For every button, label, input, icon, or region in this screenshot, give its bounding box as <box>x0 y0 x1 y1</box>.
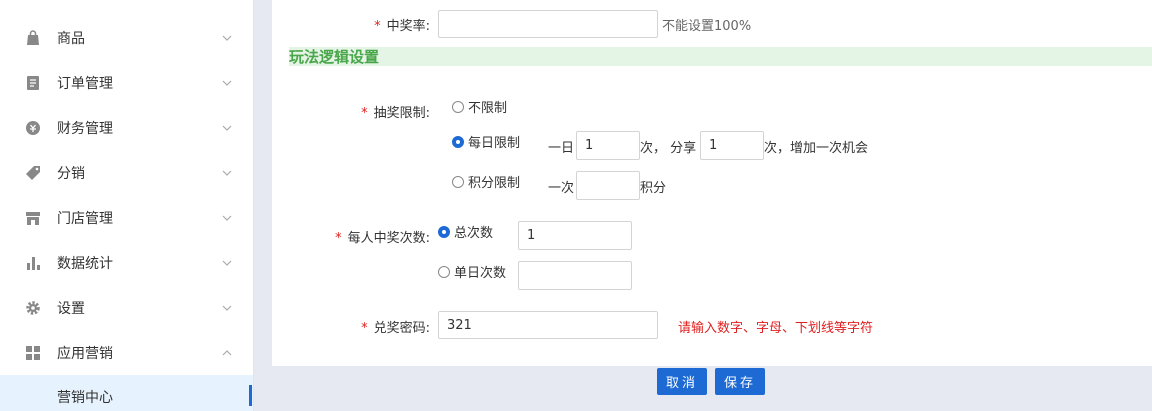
radio-label: 总次数 <box>454 226 494 241</box>
radio-circle <box>452 100 464 113</box>
save-button[interactable]: 保存 <box>715 368 766 395</box>
redeem-password-input[interactable] <box>438 311 658 339</box>
sidebar-item-stores[interactable]: 门店管理 <box>0 195 253 240</box>
sidebar-item-statistics[interactable]: 数据统计 <box>0 240 253 285</box>
points-input[interactable] <box>576 171 640 200</box>
chevron-down-icon <box>222 80 232 86</box>
password-label: * 兑奖密码: <box>330 317 430 336</box>
chevron-down-icon <box>222 170 232 176</box>
radio-circle <box>438 265 450 278</box>
daily-count-input[interactable] <box>576 131 640 160</box>
chevron-down-icon <box>222 305 232 311</box>
sidebar-item-settings[interactable]: 设置 <box>0 285 253 330</box>
daily-suffix: 次，增加一次机会 <box>764 141 869 156</box>
radio-daily-limit[interactable]: 每日限制 <box>452 132 520 151</box>
radio-circle <box>452 175 464 188</box>
radio-total-count[interactable]: 总次数 <box>438 222 493 241</box>
win-count-label: * 每人中奖次数: <box>300 227 430 246</box>
sidebar-item-label: 财务管理 <box>57 120 113 137</box>
password-label-text: 兑奖密码: <box>373 321 430 336</box>
sidebar-item-label: 商品 <box>57 30 85 47</box>
required-marker: * <box>361 106 368 121</box>
gear-icon <box>25 300 41 316</box>
bag-icon <box>25 29 41 46</box>
sidebar-item-label: 应用营销 <box>57 345 113 362</box>
draw-limit-label-text: 抽奖限制: <box>373 106 430 121</box>
radio-label: 不限制 <box>468 101 508 116</box>
win-rate-label: * 中奖率: <box>330 15 430 34</box>
sidebar-item-label: 订单管理 <box>57 75 113 92</box>
sidebar-item-label: 分销 <box>57 165 85 182</box>
required-marker: * <box>361 321 368 336</box>
sidebar-item-distribution[interactable]: 分销 <box>0 150 253 195</box>
chevron-down-icon <box>222 35 232 41</box>
points-suffix: 积分 <box>640 181 667 196</box>
radio-label: 积分限制 <box>468 176 521 191</box>
chart-icon <box>25 255 41 271</box>
sidebar-item-marketing[interactable]: 应用营销 <box>0 330 253 375</box>
chevron-down-icon <box>222 260 232 266</box>
radio-label: 每日限制 <box>468 136 521 151</box>
daily-prefix: 一日 <box>548 141 575 156</box>
points-prefix: 一次 <box>548 181 575 196</box>
share-count-input[interactable] <box>700 131 764 160</box>
radio-no-limit[interactable]: 不限制 <box>452 97 507 116</box>
section-title: 玩法逻辑设置 <box>289 48 380 66</box>
daily-win-count-input[interactable] <box>518 261 632 290</box>
chevron-down-icon <box>222 215 232 221</box>
daily-mid-text: 次， 分享 <box>640 141 697 156</box>
store-icon <box>25 210 41 226</box>
sidebar-item-label: 设置 <box>57 300 85 317</box>
sidebar-item-label: 门店管理 <box>57 210 113 227</box>
win-rate-hint: 不能设置100% <box>662 19 752 34</box>
radio-circle-selected <box>452 135 464 148</box>
cancel-button[interactable]: 取消 <box>657 368 708 395</box>
password-hint: 请输入数字、字母、下划线等字符 <box>678 321 874 336</box>
tag-icon <box>25 165 41 181</box>
order-icon <box>25 75 41 91</box>
chevron-up-icon <box>222 349 232 355</box>
sidebar-subitem-label: 营销中心 <box>57 390 113 406</box>
sidebar-subitem-marketing-center[interactable]: 营销中心 <box>0 375 253 411</box>
radio-points-limit[interactable]: 积分限制 <box>452 172 520 191</box>
radio-circle-selected <box>438 225 450 238</box>
win-count-label-text: 每人中奖次数: <box>347 231 430 246</box>
win-rate-input[interactable] <box>438 10 658 38</box>
required-marker: * <box>374 19 381 34</box>
chevron-down-icon <box>222 125 232 131</box>
finance-icon <box>25 120 41 136</box>
apps-icon <box>25 345 41 361</box>
sidebar-item-finance[interactable]: 财务管理 <box>0 105 253 150</box>
section-header: 玩法逻辑设置 <box>289 47 1152 66</box>
active-indicator <box>249 385 252 406</box>
radio-daily-count[interactable]: 单日次数 <box>438 262 506 281</box>
sidebar-item-goods[interactable]: 商品 <box>0 15 253 60</box>
sidebar-item-orders[interactable]: 订单管理 <box>0 60 253 105</box>
radio-label: 单日次数 <box>454 266 507 281</box>
draw-limit-label: * 抽奖限制: <box>330 102 430 121</box>
sidebar-item-label: 数据统计 <box>57 255 113 272</box>
sidebar: 商品 订单管理 财务管理 分销 门店管理 数据统计 设置 应用营销 营销中心 <box>0 0 254 411</box>
required-marker: * <box>335 231 342 246</box>
total-count-input[interactable] <box>518 221 632 250</box>
win-rate-label-text: 中奖率: <box>386 19 430 34</box>
